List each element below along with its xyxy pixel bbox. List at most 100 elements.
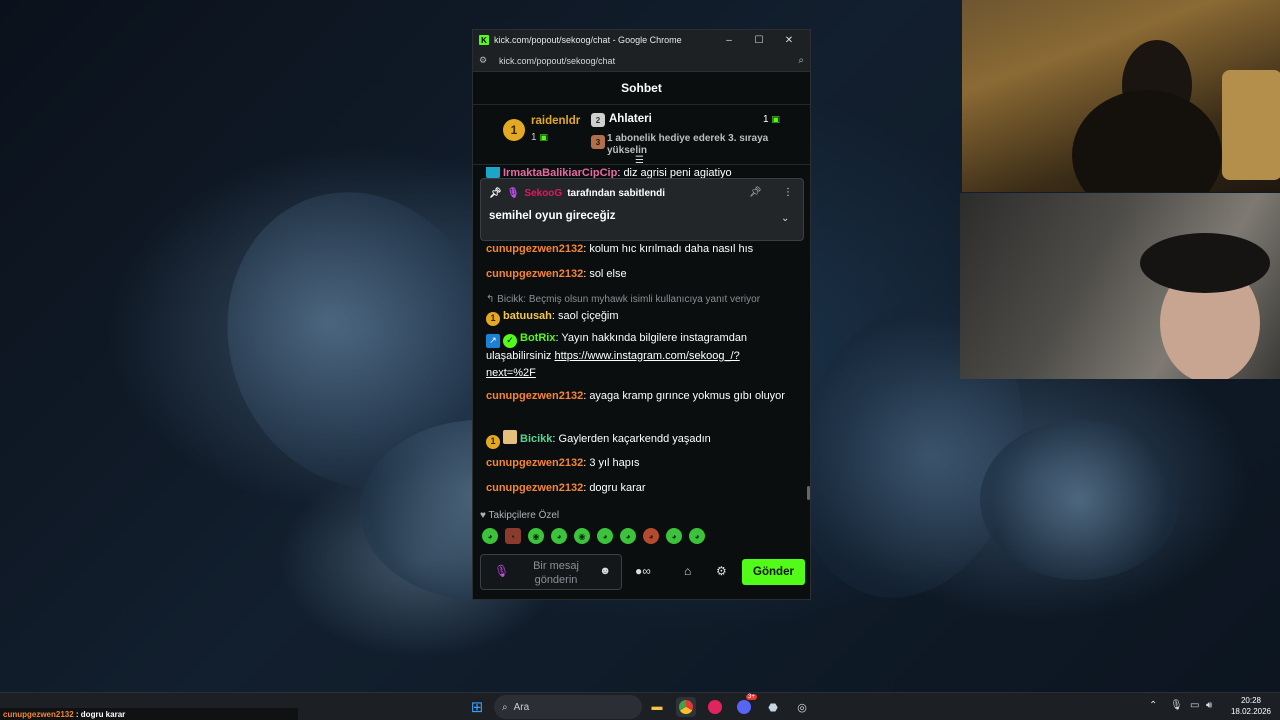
close-button[interactable]: ✕ xyxy=(774,35,804,46)
rank-2-name[interactable]: Ahlateri xyxy=(609,113,652,125)
clock-date: 18.02.2026 xyxy=(1230,707,1272,716)
verified-badge-icon: ✓ xyxy=(503,333,517,348)
settings-gear-icon[interactable]: ⚙ xyxy=(716,564,727,578)
emote[interactable]: ◉ xyxy=(574,528,590,544)
rank-3-prompt: 1 abonelik hediye ederek 3. sıraya yükse… xyxy=(607,133,769,156)
send-button[interactable]: Gönder xyxy=(742,559,805,585)
bot-badge-icon: ↗ xyxy=(486,333,500,348)
chat-text: : saol çiçeğim xyxy=(551,310,619,322)
heart-icon: ♥ xyxy=(480,510,489,521)
search-icon: ⌕ xyxy=(502,701,508,713)
microphone-icon[interactable]: 🎙︎ xyxy=(494,564,509,578)
collapse-leaderboard-icon[interactable]: ☰ xyxy=(635,155,644,166)
address-bar: ⚙ kick.com/popout/sekoog/chat ⌕ xyxy=(473,50,810,72)
emote[interactable]: ◕ xyxy=(620,528,636,544)
chat-username[interactable]: Bicikk xyxy=(520,433,552,445)
chat-username[interactable]: BotRix xyxy=(520,332,555,344)
system-clock[interactable]: 20:28 18.02.2026 xyxy=(1226,695,1276,717)
steam-icon[interactable]: ⬣ xyxy=(763,697,783,717)
reply-text: Bicikk: Beçmiş olsun myhawk isimli kulla… xyxy=(497,294,761,305)
guest-hair xyxy=(1140,233,1270,293)
rank-2-badge: 2 xyxy=(591,113,605,127)
pinned-header: 📌︎ 🎙︎ SekooG tarafından sabitlendi xyxy=(489,188,665,199)
chat-message: cunupgezwen2132: dogru karar xyxy=(486,480,786,497)
ticker-text: : dogru karar xyxy=(73,710,126,719)
windows-taskbar: cunupgezwen2132 : dogru karar ⊞ ⌕ Ara ▬ … xyxy=(0,692,1280,720)
chat-message: ↗ ✓ BotRix: Yayın hakkında bilgilere insta… xyxy=(486,330,786,382)
gifter-badge-icon: 1 xyxy=(486,311,500,326)
window-title: kick.com/popout/sekoog/chat - Google Chr… xyxy=(494,35,682,45)
reply-context[interactable]: ↰ Bicikk: Beçmiş olsun myhawk isimli kul… xyxy=(486,291,786,308)
chat-username[interactable]: cunupgezwen2132 xyxy=(486,268,583,280)
chat-message: ↰ Bicikk: Beçmiş olsun myhawk isimli kul… xyxy=(486,291,786,326)
emote[interactable]: ◕ xyxy=(666,528,682,544)
gift-icon: ▣ xyxy=(539,132,548,142)
rank-1-count-value: 1 xyxy=(531,132,537,143)
kick-combo-icon[interactable]: ●∞ xyxy=(635,564,651,578)
minimize-button[interactable]: – xyxy=(714,35,744,46)
rank-1-count: 1 ▣ xyxy=(531,132,548,143)
chat-username[interactable]: cunupgezwen2132 xyxy=(486,482,583,494)
chat-input-placeholder: Bir mesaj gönderin xyxy=(533,560,579,586)
rank-2-count-value: 1 xyxy=(763,114,769,125)
chat-username[interactable]: cunupgezwen2132 xyxy=(486,243,583,255)
chat-text: : Gaylerden kaçarkendd yaşadın xyxy=(552,433,711,445)
rank-1-name[interactable]: raidenldr xyxy=(531,115,580,127)
reply-icon: ↰ xyxy=(486,294,498,305)
shelf xyxy=(1222,70,1280,180)
emote[interactable]: ◕ xyxy=(689,528,705,544)
zoom-icon[interactable]: ⌕ xyxy=(798,55,804,66)
chat-username[interactable]: cunupgezwen2132 xyxy=(486,390,583,402)
chat-text: : sol else xyxy=(583,268,627,280)
chevron-down-icon[interactable]: ⌄ xyxy=(781,213,789,224)
windows-start-icon[interactable]: ⊞ xyxy=(467,697,487,717)
chat-message: cunupgezwen2132: 3 yıl hapıs xyxy=(486,455,786,472)
streamer-body xyxy=(1072,90,1222,192)
chat-input[interactable]: 🎙︎ Bir mesaj gönderin ☻ xyxy=(480,554,622,590)
store-icon[interactable]: ⌂ xyxy=(684,564,691,578)
emote[interactable]: ◕ xyxy=(551,528,567,544)
chat-username[interactable]: cunupgezwen2132 xyxy=(486,457,583,469)
rank-1-badge: 1 xyxy=(503,119,525,141)
emote[interactable]: ▪ xyxy=(505,528,521,544)
wallpaper-petal xyxy=(980,420,1180,580)
chat-text: : dogru karar xyxy=(583,482,646,494)
tray-overflow-icon[interactable]: ⌃ xyxy=(1149,700,1157,711)
mic-badge-icon: 🎙︎ xyxy=(506,188,520,199)
chat-message: cunupgezwen2132: sol else xyxy=(486,266,786,283)
app-icon[interactable]: ◎ xyxy=(792,697,812,717)
site-settings-icon[interactable]: ⚙ xyxy=(479,55,493,66)
pin-icon: 📌︎ xyxy=(489,188,502,199)
chrome-icon[interactable] xyxy=(676,697,696,717)
unpin-icon[interactable]: 📌︎ xyxy=(749,187,762,198)
media-player-icon[interactable] xyxy=(705,697,725,717)
file-explorer-icon[interactable]: ▬ xyxy=(647,697,667,717)
network-icon[interactable]: ▭ xyxy=(1190,700,1199,711)
webcam-feed-top xyxy=(962,0,1280,192)
discord-icon[interactable]: 3+ xyxy=(734,694,757,717)
sub-badge-icon xyxy=(486,167,500,178)
rank-3-badge: 3 xyxy=(591,135,605,149)
chat-scrollbar[interactable] xyxy=(807,486,810,500)
pinned-by-user[interactable]: SekooG xyxy=(524,188,562,199)
url-text[interactable]: kick.com/popout/sekoog/chat xyxy=(499,56,798,66)
emote[interactable]: ◉ xyxy=(528,528,544,544)
maximize-button[interactable]: ☐ xyxy=(744,35,774,46)
chat-message: cunupgezwen2132: ayaga kramp gırınce yok… xyxy=(486,388,786,405)
title-bar: K kick.com/popout/sekoog/chat - Google C… xyxy=(473,30,810,50)
chat-header: Sohbet xyxy=(473,72,810,105)
tray-mic-icon[interactable]: 🎙︎ xyxy=(1170,700,1183,711)
more-options-icon[interactable]: ⋮ xyxy=(783,187,793,198)
emote[interactable]: ◕ xyxy=(643,528,659,544)
emote[interactable]: ◕ xyxy=(597,528,613,544)
pinned-message[interactable]: 📌︎ 🎙︎ SekooG tarafından sabitlendi semih… xyxy=(480,178,804,241)
chat-username[interactable]: batuusah xyxy=(503,310,552,322)
ticker-username: cunupgezwen2132 xyxy=(3,710,74,719)
taskbar-search[interactable]: ⌕ Ara xyxy=(494,695,642,719)
emote-list: ◕ ▪ ◉ ◕ ◉ ◕ ◕ ◕ ◕ ◕ xyxy=(482,528,705,544)
emoji-picker-icon[interactable]: ☻ xyxy=(599,565,611,577)
search-label: Ara xyxy=(513,701,530,713)
emote[interactable]: ◕ xyxy=(482,528,498,544)
gift-box-icon xyxy=(503,430,517,444)
volume-icon[interactable]: 🔊︎ xyxy=(1206,700,1212,711)
